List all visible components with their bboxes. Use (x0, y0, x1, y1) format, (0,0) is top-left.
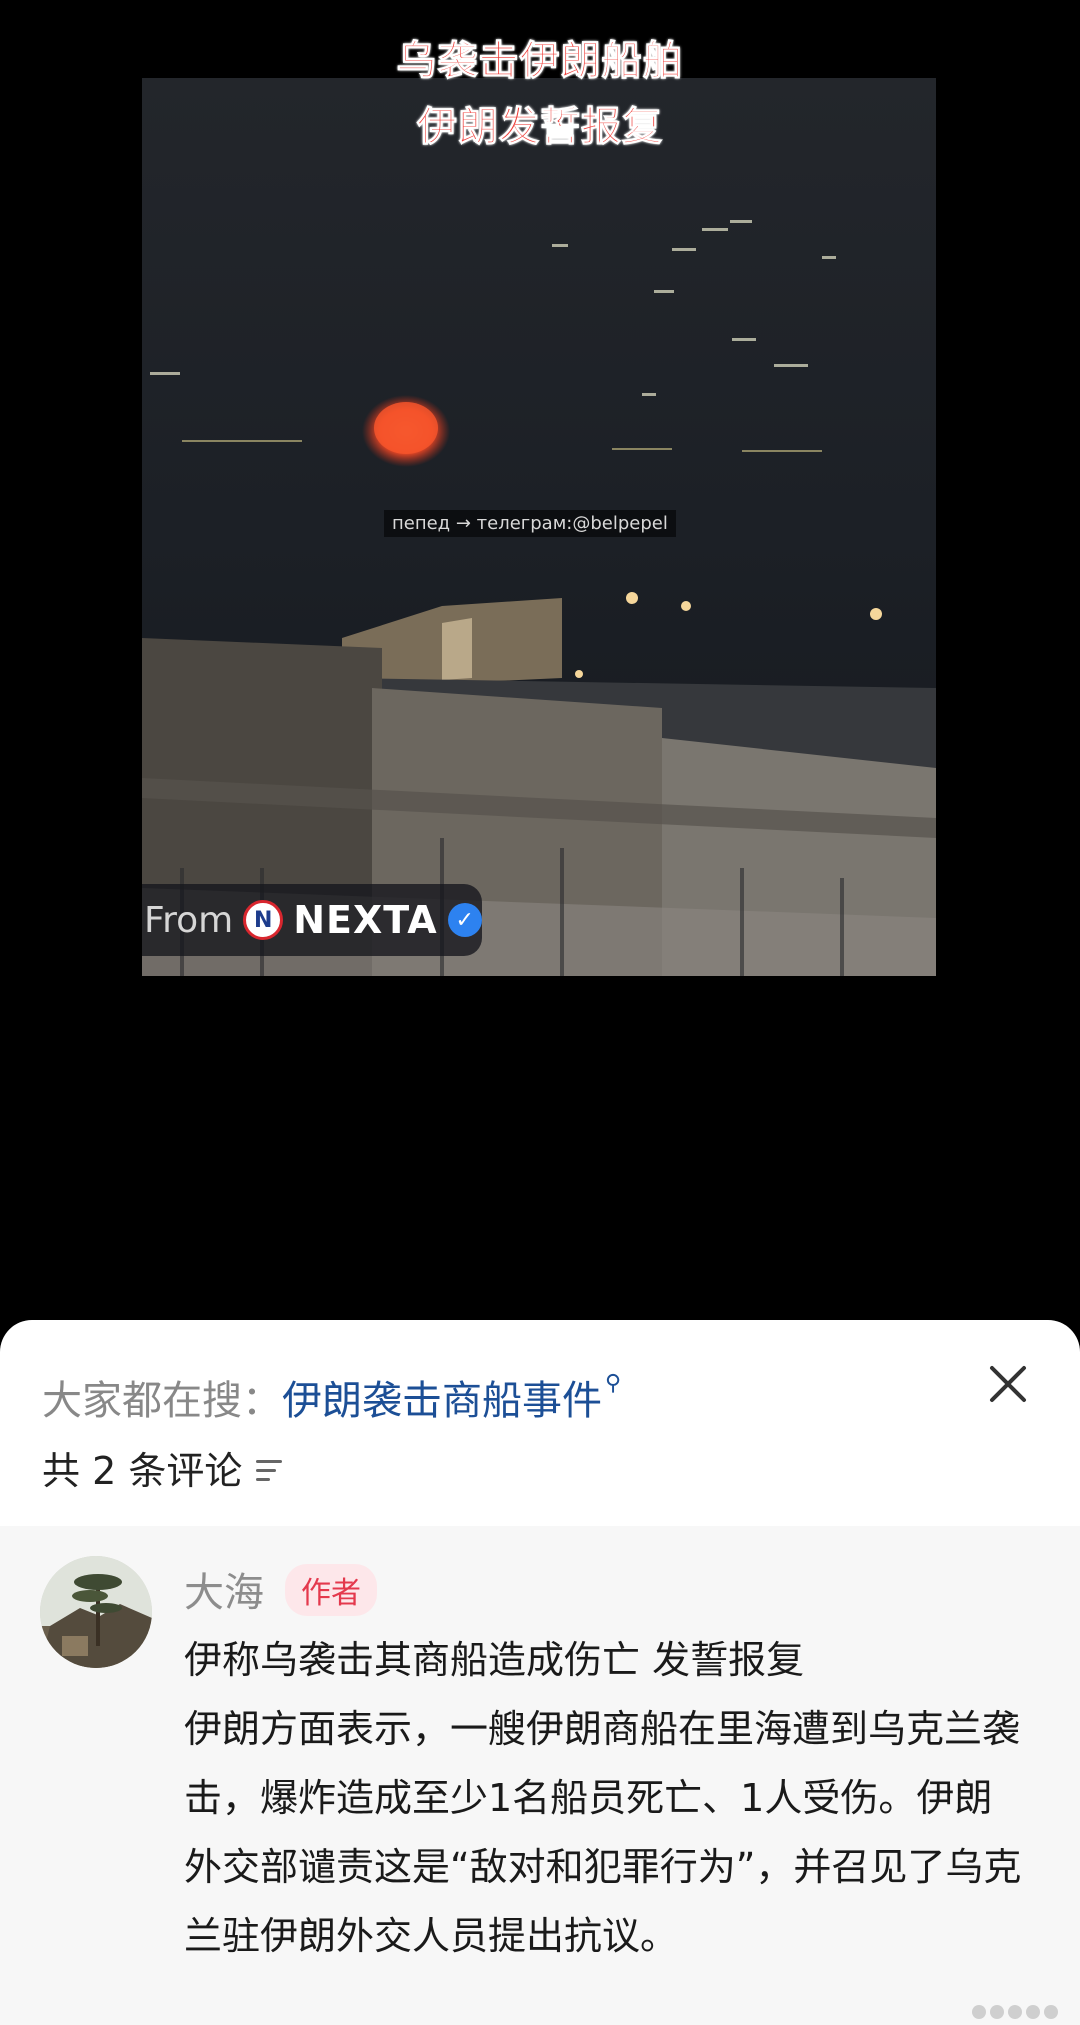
image-count-indicator (972, 2005, 1058, 2019)
video-title-line-1: 乌袭击伊朗船舶 (396, 38, 684, 85)
video-watermark: пепед → телеграм:@belpepel (384, 510, 676, 537)
comment-title: 伊称乌袭击其商船造成伤亡 发誓报复 (184, 1638, 805, 1682)
sort-icon[interactable] (256, 1460, 283, 1481)
video-title-line-2: 伊朗发誓报复 (417, 104, 663, 151)
comments-sheet: 大家都在搜： 伊朗袭击商船事件 ⚲ 共 2 条评论 大海 作者 伊称乌袭击其商船… (0, 1320, 1080, 2025)
video-player[interactable]: пепед → телеграм:@belpepel From N NEXTA … (0, 0, 1080, 1320)
author-badge: 作者 (285, 1564, 377, 1616)
nexta-logo-icon: N (243, 900, 284, 940)
search-icon[interactable]: ⚲ (605, 1371, 621, 1396)
comment-text[interactable]: 伊称乌袭击其商船造成伤亡 发誓报复 伊朗方面表示，一艘伊朗商船在里海遭到乌克兰袭… (184, 1626, 1024, 1971)
comment-author[interactable]: 大海 (184, 1560, 264, 1618)
source-from-text: From (144, 899, 234, 941)
close-button[interactable] (984, 1360, 1032, 1408)
comment-body: 伊朗方面表示，一艘伊朗商船在里海遭到乌克兰袭击，爆炸造成至少1名船员死亡、1人受… (184, 1707, 1022, 1958)
avatar[interactable] (40, 1556, 152, 1668)
close-icon (990, 1366, 1026, 1402)
comment-item: 大海 作者 伊称乌袭击其商船造成伤亡 发誓报复 伊朗方面表示，一艘伊朗商船在里海… (0, 1526, 1080, 2025)
avatar-image (40, 1556, 152, 1668)
video-frame[interactable]: пепед → телеграм:@belpepel From N NEXTA … (142, 78, 936, 976)
verified-icon: ✓ (447, 903, 482, 937)
comment-count: 共 2 条评论 (42, 1449, 243, 1493)
source-badge: From N NEXTA ✓ (142, 884, 482, 956)
source-name: NEXTA (293, 898, 438, 942)
comment-count-row: 共 2 条评论 (42, 1440, 283, 1495)
trending-search-link[interactable]: 伊朗袭击商船事件 (282, 1368, 602, 1426)
trending-search-row: 大家都在搜： 伊朗袭击商船事件 ⚲ (42, 1368, 621, 1426)
trending-search-prefix: 大家都在搜： (42, 1378, 282, 1424)
